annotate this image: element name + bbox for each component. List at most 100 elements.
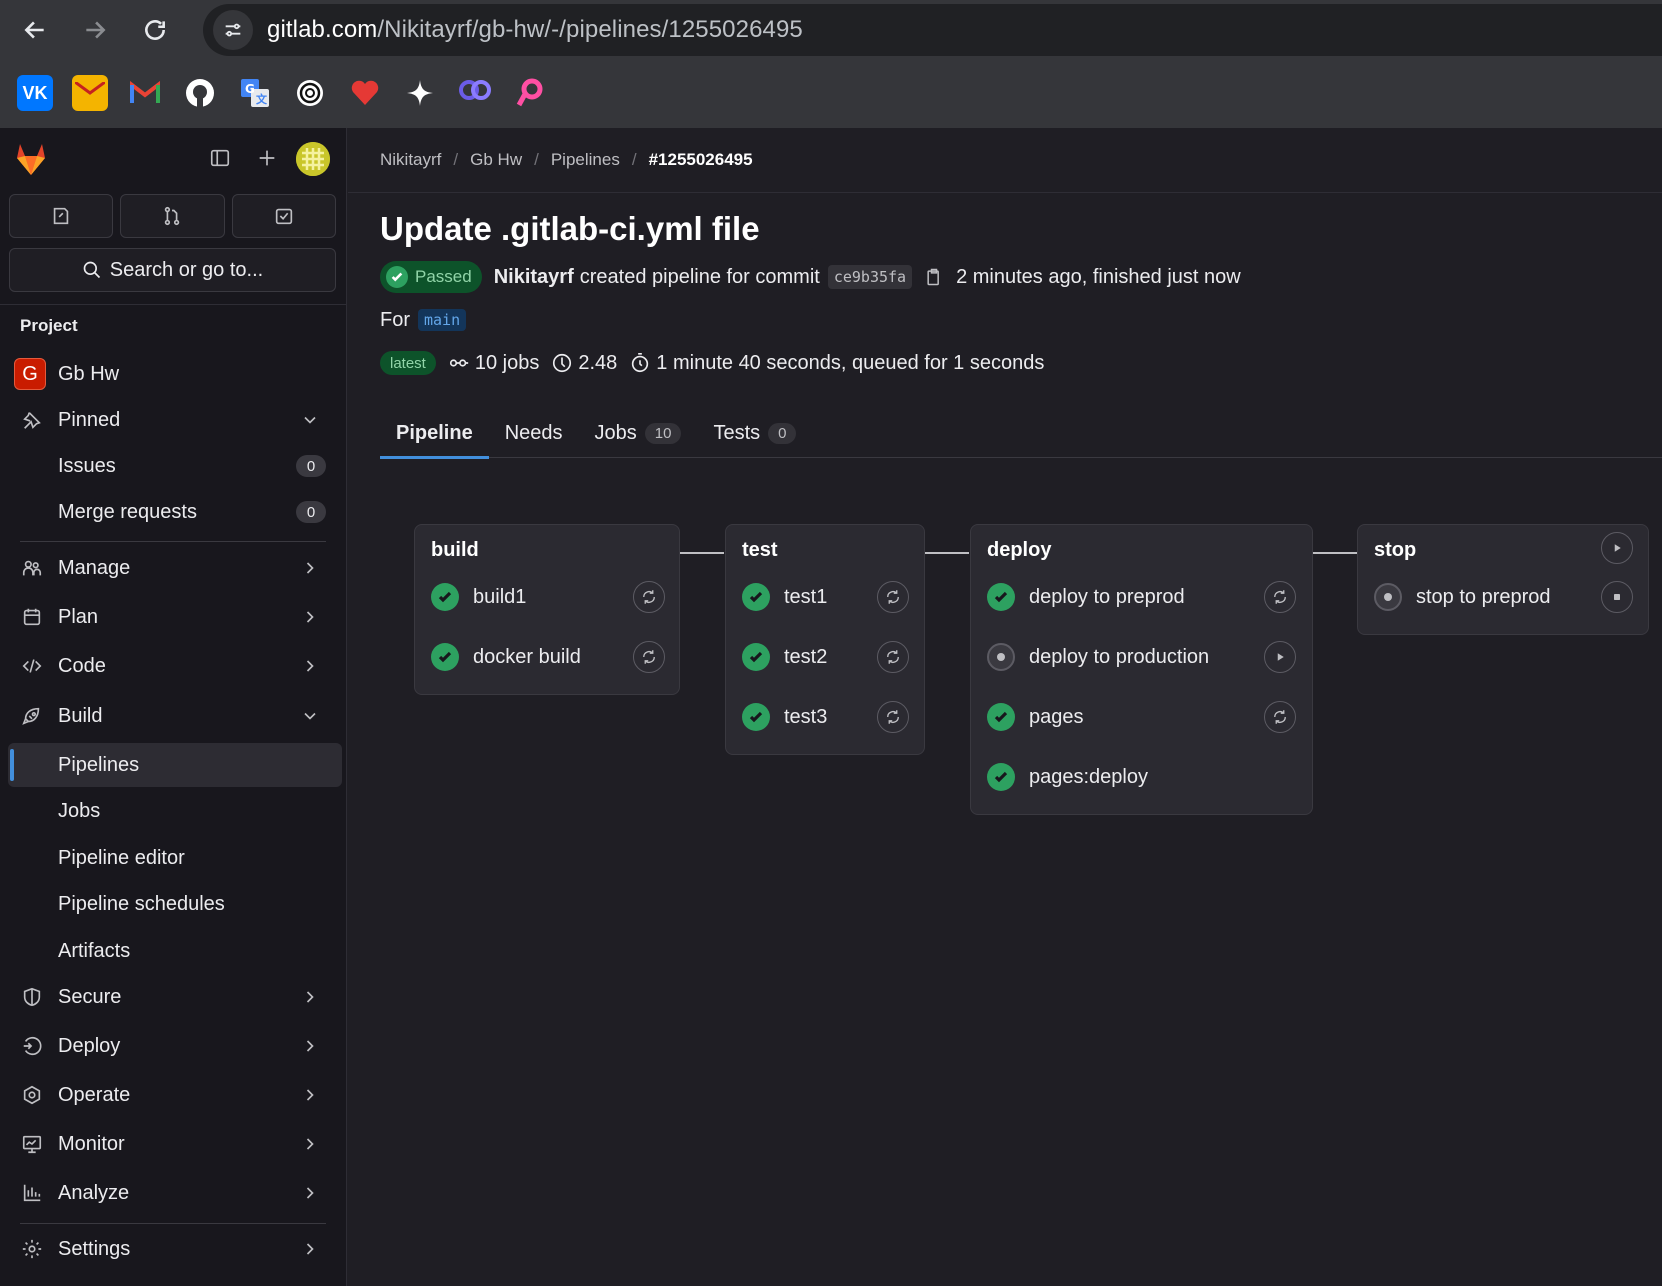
retry-button[interactable] — [633, 641, 665, 673]
job-test3[interactable]: test3 — [742, 697, 827, 737]
retry-button[interactable] — [1264, 701, 1296, 733]
retry-button[interactable] — [877, 581, 909, 613]
job-pages-deploy[interactable]: pages:deploy — [987, 757, 1148, 797]
stage-stop: stop stop to preprod — [1357, 524, 1649, 635]
tab-needs[interactable]: Needs — [489, 408, 579, 458]
todo-tab-button[interactable] — [231, 194, 336, 238]
translate-icon[interactable]: G文 — [237, 75, 273, 111]
job-deploy-to-preprod[interactable]: deploy to preprod — [987, 577, 1185, 617]
tab-jobs-label: Jobs — [594, 421, 637, 444]
stop-button[interactable] — [1601, 581, 1633, 613]
retry-button[interactable] — [633, 581, 665, 613]
job-deploy-to-production[interactable]: deploy to production — [987, 637, 1209, 677]
build-label: Build — [58, 704, 103, 727]
issues-tab-button[interactable] — [9, 194, 114, 238]
breadcrumb-user[interactable]: Nikitayrf — [380, 150, 441, 170]
tab-pipeline[interactable]: Pipeline — [380, 408, 489, 459]
job-stop-to-preprod[interactable]: stop to preprod — [1374, 577, 1551, 617]
gitlab-logo-icon[interactable] — [12, 140, 50, 178]
forward-button[interactable] — [70, 5, 120, 55]
address-bar[interactable]: gitlab.com/Nikitayrf/gb-hw/-/pipelines/1… — [203, 4, 1662, 56]
jobs-count-stat: 10 jobs — [448, 352, 539, 375]
heart-icon[interactable] — [347, 75, 383, 111]
sidebar-item-deploy[interactable]: Deploy — [8, 1024, 342, 1068]
vk-icon[interactable]: VK — [17, 75, 53, 111]
branch-ref-link[interactable]: main — [418, 309, 467, 331]
url-path: /Nikitayrf/gb-hw/-/pipelines/1255026495 — [377, 16, 803, 43]
tab-jobs[interactable]: Jobs 10 — [579, 408, 698, 458]
back-button[interactable] — [10, 5, 60, 55]
pipeline-icon — [449, 359, 469, 367]
sidebar-item-project[interactable]: G Gb Hw — [8, 352, 342, 396]
author-link[interactable]: Nikitayrf — [494, 266, 574, 289]
toggle-sidebar-button[interactable] — [206, 144, 234, 172]
pin-icon[interactable] — [512, 75, 548, 111]
sidebar-item-code[interactable]: Code — [8, 644, 342, 688]
sidebar-item-pipeline-editor[interactable]: Pipeline editor — [8, 836, 342, 880]
url-text[interactable]: gitlab.com/Nikitayrf/gb-hw/-/pipelines/1… — [267, 16, 803, 44]
pinned-label: Pinned — [58, 408, 121, 431]
sidebar-item-plan[interactable]: Plan — [8, 595, 342, 639]
status-badge[interactable]: Passed — [380, 261, 482, 293]
job-pages[interactable]: pages — [987, 697, 1084, 737]
copy-sha-button[interactable] — [924, 267, 944, 287]
site-settings-icon[interactable] — [213, 10, 253, 50]
job-name: stop to preprod — [1416, 585, 1551, 608]
retry-button[interactable] — [877, 701, 909, 733]
monitor-label: Monitor — [58, 1132, 125, 1155]
pipelines-label: Pipelines — [58, 753, 140, 776]
sidebar-header — [0, 128, 347, 192]
shield-icon — [23, 987, 41, 1007]
run-stage-button[interactable] — [1601, 532, 1633, 564]
sparkle-icon[interactable] — [402, 75, 438, 111]
create-new-button[interactable] — [253, 144, 281, 172]
breadcrumb-separator: / — [631, 150, 637, 169]
sidebar-item-monitor[interactable]: Monitor — [8, 1122, 342, 1166]
sidebar-item-jobs[interactable]: Jobs — [8, 789, 342, 833]
sidebar-item-artifacts[interactable]: Artifacts — [8, 929, 342, 973]
breadcrumb-pipelines[interactable]: Pipelines — [551, 150, 620, 170]
sidebar-item-pipelines[interactable]: Pipelines — [8, 743, 342, 787]
copy-icon — [927, 268, 940, 286]
sidebar-item-pinned[interactable]: Pinned — [8, 398, 342, 442]
deploy-label: Deploy — [58, 1034, 121, 1057]
run-button[interactable] — [1264, 641, 1296, 673]
plan-label: Plan — [58, 605, 99, 628]
job-build1[interactable]: build1 — [431, 577, 526, 617]
retry-button[interactable] — [1264, 581, 1296, 613]
artifacts-label: Artifacts — [58, 939, 131, 962]
job-test2[interactable]: test2 — [742, 637, 827, 677]
sidebar-item-analyze[interactable]: Analyze — [8, 1171, 342, 1215]
tab-tests[interactable]: Tests 0 — [697, 408, 812, 458]
breadcrumb-divider — [348, 192, 1662, 193]
sidebar-item-operate[interactable]: Operate — [8, 1073, 342, 1117]
status-label: Passed — [415, 267, 472, 286]
project-avatar: G — [14, 358, 46, 390]
gmail-icon[interactable] — [127, 75, 163, 111]
sidebar-item-manage[interactable]: Manage — [8, 546, 342, 590]
search-button[interactable]: Search or go to... — [9, 248, 336, 292]
job-name: test3 — [784, 705, 828, 728]
manual-gear-icon — [1374, 583, 1402, 611]
reload-button[interactable] — [130, 5, 180, 55]
sidebar-item-merge-requests[interactable]: Merge requests 0 — [8, 490, 342, 534]
sidebar-item-settings[interactable]: Settings — [8, 1227, 342, 1271]
sidebar-item-secure[interactable]: Secure — [8, 975, 342, 1019]
ghost-icon[interactable] — [457, 75, 493, 111]
breadcrumb-project[interactable]: Gb Hw — [470, 150, 522, 170]
retry-button[interactable] — [877, 641, 909, 673]
sidebar-item-pipeline-schedules[interactable]: Pipeline schedules — [8, 882, 342, 926]
openai-icon[interactable] — [292, 75, 328, 111]
job-test1[interactable]: test1 — [742, 577, 827, 617]
breadcrumb-pipeline-id[interactable]: #1255026495 — [649, 150, 753, 170]
plus-icon — [259, 150, 275, 166]
avatar[interactable] — [296, 142, 330, 176]
commit-sha-link[interactable]: ce9b35fa — [827, 265, 913, 289]
mail-icon[interactable] — [72, 75, 108, 111]
merge-requests-tab-button[interactable] — [120, 194, 225, 238]
job-docker-build[interactable]: docker build — [431, 637, 581, 677]
github-icon[interactable] — [182, 75, 218, 111]
sidebar-item-build[interactable]: Build — [8, 694, 342, 738]
sidebar-item-issues[interactable]: Issues 0 — [8, 444, 342, 488]
pipeline-tabs: Pipeline Needs Jobs 10 Tests 0 — [380, 408, 1662, 459]
